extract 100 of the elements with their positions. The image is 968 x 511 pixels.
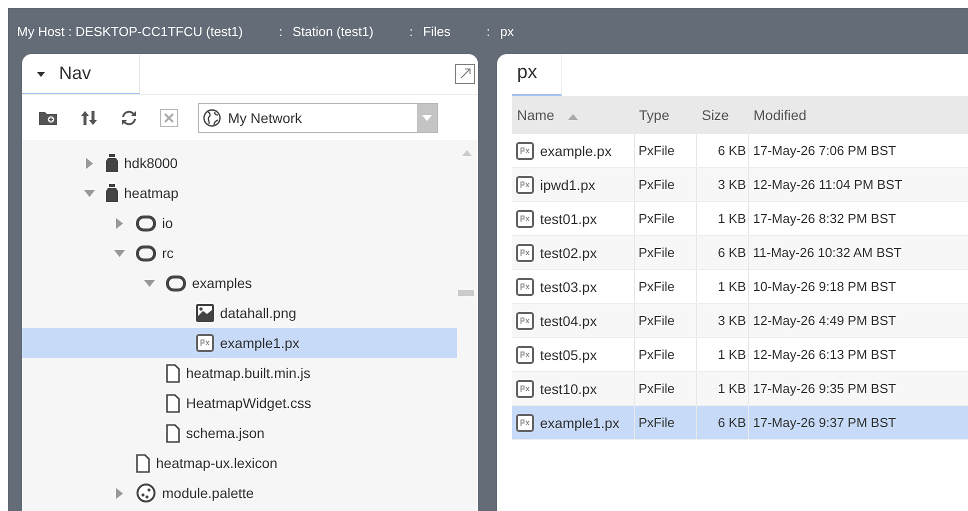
tree-item[interactable]: datahall.png [22,298,457,328]
file-modified: 17-May-26 9:35 PM BST [753,381,896,396]
file-size: 6 KB [718,245,746,260]
px-file-icon [516,244,534,262]
file-modified: 17-May-26 7:06 PM BST [753,143,896,158]
file-name: test03.px [540,278,597,294]
tree-item[interactable]: hdk8000 [22,148,457,178]
close-icon[interactable] [160,108,178,126]
caret-icon [422,114,432,120]
file-type: PxFile [638,381,675,396]
breadcrumb-link[interactable]: My Host : DESKTOP-CC1TFCU (test1) [17,24,243,38]
refresh-icon[interactable] [120,108,138,126]
file-type: PxFile [638,245,675,260]
collapse-icon[interactable] [144,280,154,286]
file-row[interactable]: test02.px PxFile 6 KB 11-May-26 10:32 AM BST [512,236,968,270]
tree-item[interactable]: heatmap.built.min.js [22,358,457,388]
file-size: 1 KB [718,381,746,396]
breadcrumb-link[interactable]: px [500,24,514,38]
network-dropdown[interactable]: My Network [198,102,438,132]
collapse-icon[interactable] [114,250,124,256]
palette-icon [136,483,156,503]
scrollbar-thumb[interactable] [458,290,474,296]
file-name: ipwd1.px [540,176,596,192]
file-row[interactable]: example1.px PxFile 6 KB 17-May-26 9:37 PM BST [512,406,968,440]
file-icon [166,394,180,412]
column-header[interactable]: Name [512,96,634,134]
file-type: PxFile [638,415,675,430]
file-name: test02.px [540,244,597,260]
file-type: PxFile [638,279,675,294]
tree-item[interactable]: heatmap [22,178,457,208]
folder-icon [166,274,186,292]
caret-icon [37,72,45,77]
globe-icon [203,108,221,126]
file-row[interactable]: test04.px PxFile 3 KB 12-May-26 4:49 PM BST [512,304,968,338]
px-file-icon [196,334,214,352]
file-modified: 12-May-26 6:13 PM BST [753,347,896,362]
px-file-icon [516,312,534,330]
file-modified: 17-May-26 9:37 PM BST [753,415,896,430]
file-name: test10.px [540,380,597,396]
jar-icon [106,154,118,172]
file-name: test01.px [540,210,597,226]
file-name: example.px [540,142,612,158]
collapse-icon[interactable] [84,190,94,196]
file-type: PxFile [638,211,675,226]
file-size: 1 KB [718,211,746,226]
file-icon [166,424,180,442]
px-file-icon [516,176,534,194]
breadcrumb-separator: : [278,24,282,38]
px-file-icon [516,380,534,398]
file-size: 3 KB [718,313,746,328]
sort-arrows-icon[interactable] [80,108,98,126]
column-header[interactable]: Modified [748,96,968,134]
breadcrumb-link[interactable]: Station (test1) [292,24,374,38]
expand-icon[interactable] [116,488,122,498]
image-icon [196,304,214,322]
sort-ascending-icon [568,114,578,120]
file-type: PxFile [638,177,675,192]
file-name: example1.px [540,414,620,430]
file-icon [136,454,150,472]
file-type: PxFile [638,143,675,158]
px-file-icon [516,210,534,228]
file-row[interactable]: ipwd1.px PxFile 3 KB 12-May-26 11:04 PM BST [512,168,968,202]
expand-icon[interactable] [86,158,92,168]
file-modified: 12-May-26 11:04 PM BST [753,177,902,192]
tree-item[interactable]: io [22,208,457,238]
jar-icon [106,184,118,202]
tree-item[interactable]: rc [22,238,457,268]
file-type: PxFile [638,347,675,362]
file-modified: 10-May-26 9:18 PM BST [753,279,896,294]
new-folder-icon[interactable] [38,110,58,126]
maximize-icon[interactable] [455,64,475,84]
file-size: 6 KB [718,143,746,158]
file-row[interactable]: test10.px PxFile 1 KB 17-May-26 9:35 PM BST [512,372,968,406]
tree-item[interactable]: schema.json [22,418,457,448]
px-file-icon [516,142,534,160]
breadcrumb-link[interactable]: Files [423,24,450,38]
breadcrumb-separator: : [486,24,490,38]
expand-icon[interactable] [116,218,122,228]
file-size: 1 KB [718,347,746,362]
file-size: 3 KB [718,177,746,192]
file-size: 6 KB [718,415,746,430]
file-modified: 11-May-26 10:32 AM BST [753,245,902,260]
file-type: PxFile [638,313,675,328]
file-modified: 12-May-26 4:49 PM BST [753,313,896,328]
file-name: test04.px [540,312,597,328]
scroll-up-icon[interactable] [462,150,472,156]
tree-item[interactable]: module.palette [22,478,457,508]
column-header[interactable]: Size [696,96,748,134]
px-file-icon [516,346,534,364]
breadcrumb-separator: : [409,24,414,38]
tree-item[interactable]: heatmap-ux.lexicon [22,448,457,478]
file-modified: 17-May-26 8:32 PM BST [753,211,896,226]
folder-icon [136,244,156,262]
tree-item[interactable]: example1.px [22,328,457,358]
tree-item[interactable]: examples [22,268,457,298]
px-file-icon [516,414,534,432]
tree-item[interactable]: HeatmapWidget.css [22,388,457,418]
px-file-icon [516,278,534,296]
file-icon [166,364,180,382]
column-header[interactable]: Type [634,96,697,134]
